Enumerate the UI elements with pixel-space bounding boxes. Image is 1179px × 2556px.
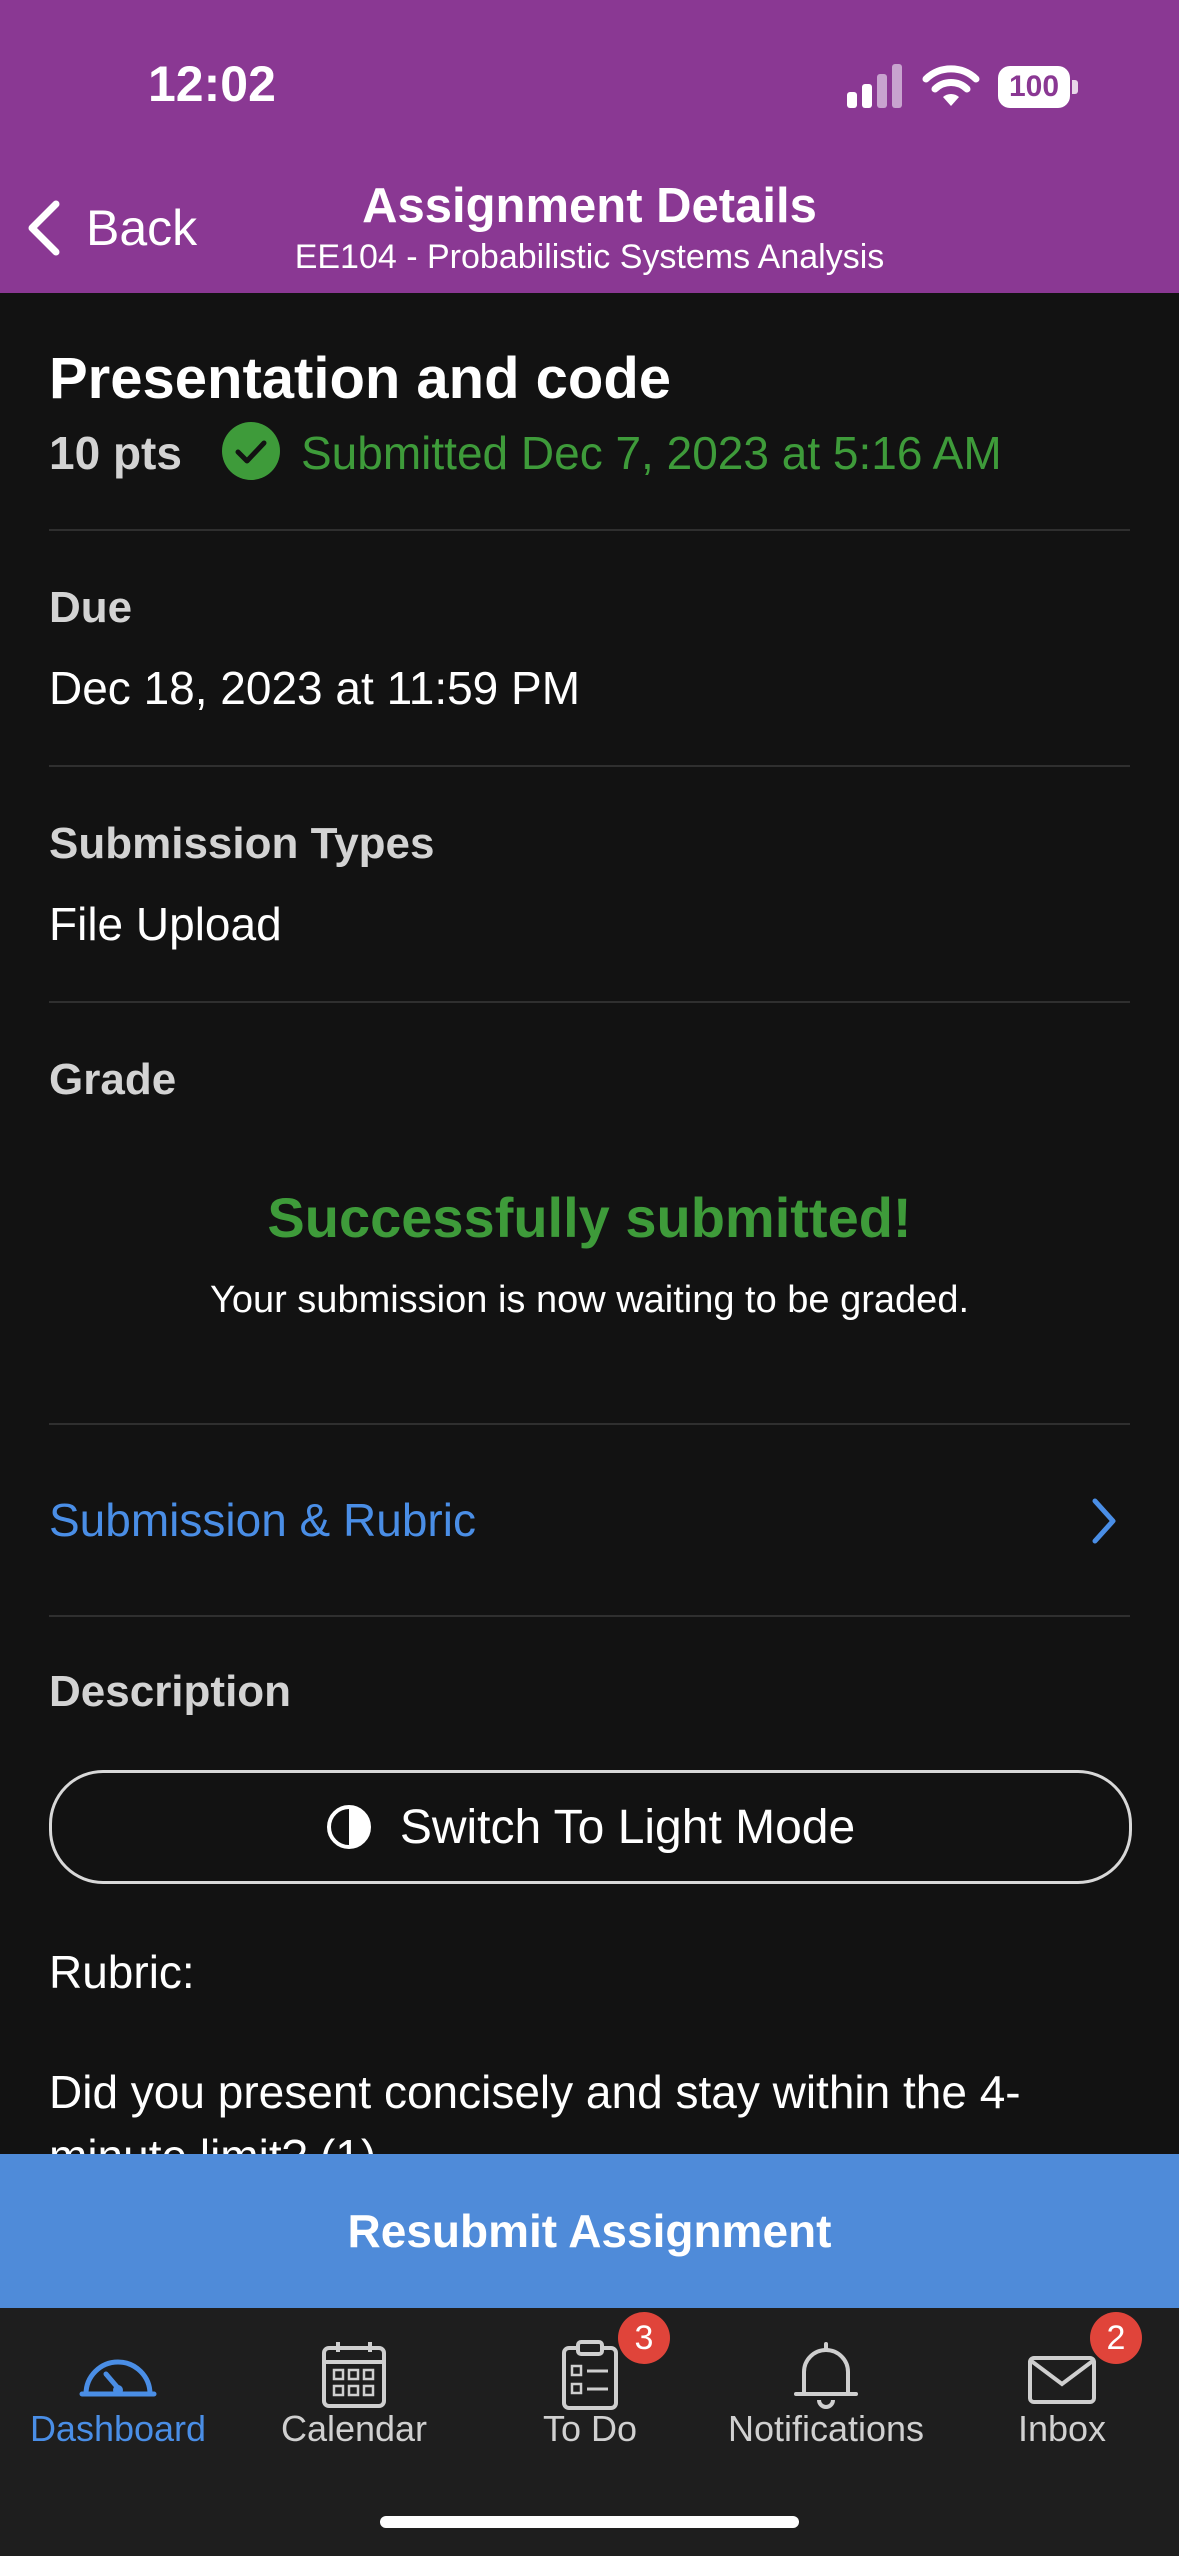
dashboard-icon (79, 2359, 157, 2397)
grade-status: Successfully submitted! (267, 1186, 912, 1249)
app-header: 12:02 100 Back Assignment Details EE104 … (0, 0, 1179, 293)
due-label: Due (49, 583, 133, 632)
status-time: 12:02 (148, 56, 276, 112)
grade-label: Grade (49, 1055, 177, 1104)
tab-label: Notifications (727, 2408, 925, 2449)
tab-dashboard[interactable]: Dashboard (0, 2308, 236, 2508)
tab-label: Dashboard (29, 2408, 207, 2449)
battery-level: 100 (998, 66, 1070, 108)
submission-types-label: Submission Types (49, 819, 435, 868)
inbox-icon (1028, 2356, 1096, 2404)
submission-rubric-link[interactable]: Submission & Rubric (49, 1493, 476, 1547)
wifi-icon (922, 65, 980, 106)
resubmit-assignment-button[interactable]: Resubmit Assignment (0, 2154, 1179, 2308)
calendar-icon (322, 2342, 386, 2408)
points-label: 10 pts (49, 427, 182, 479)
tab-label: To Do (542, 2408, 638, 2449)
course-subtitle: EE104 - Probabilistic Systems Analysis (294, 238, 885, 276)
description-text: Rubric: (49, 1946, 195, 1998)
chevron-right-icon[interactable] (1089, 1497, 1119, 1545)
description-label: Description (49, 1667, 292, 1716)
divider (49, 1615, 1130, 1617)
contrast-icon (326, 1805, 371, 1849)
submission-types-value: File Upload (49, 898, 282, 950)
divider (49, 529, 1130, 531)
inbox-badge: 2 (1090, 2312, 1142, 2364)
tab-calendar[interactable]: Calendar (236, 2308, 472, 2508)
cellular-signal-icon (847, 64, 902, 108)
todo-icon (562, 2340, 618, 2410)
description-text: Did you present concisely and stay withi… (49, 2066, 1021, 2118)
tab-notifications[interactable]: Notifications (708, 2308, 944, 2508)
check-circle-icon (222, 422, 280, 480)
tab-todo[interactable]: 3 To Do (472, 2308, 708, 2508)
tab-inbox[interactable]: 2 Inbox (944, 2308, 1179, 2508)
home-indicator[interactable] (380, 2516, 799, 2528)
submitted-status: Submitted Dec 7, 2023 at 5:16 AM (301, 427, 1002, 479)
page-title: Assignment Details (362, 179, 817, 233)
switch-light-mode-button[interactable]: Switch To Light Mode (49, 1770, 1132, 1884)
tab-label: Calendar (280, 2408, 428, 2449)
divider (49, 1423, 1130, 1425)
todo-badge: 3 (618, 2312, 670, 2364)
switch-light-mode-label: Switch To Light Mode (399, 1800, 856, 1854)
divider (49, 765, 1130, 767)
due-value: Dec 18, 2023 at 11:59 PM (49, 662, 581, 714)
bell-icon (794, 2342, 858, 2409)
grade-message: Your submission is now waiting to be gra… (209, 1279, 970, 1321)
tab-label: Inbox (1017, 2408, 1107, 2449)
divider (49, 1001, 1130, 1003)
assignment-title: Presentation and code (49, 346, 672, 411)
battery-icon: 100 (998, 66, 1078, 108)
